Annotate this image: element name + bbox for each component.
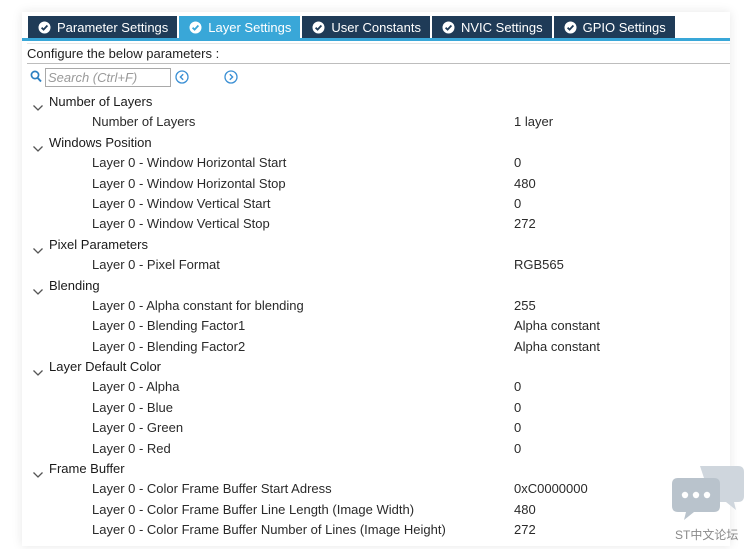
param-value[interactable]: 0 bbox=[514, 418, 521, 438]
tab-label: Parameter Settings bbox=[57, 19, 169, 35]
chevron-down-icon[interactable] bbox=[32, 465, 44, 478]
param-label: Layer 0 - Red bbox=[92, 440, 171, 456]
group-title: Layer Default Color bbox=[49, 359, 161, 375]
param-value[interactable]: 480 bbox=[514, 500, 536, 520]
group-frame-buffer[interactable]: Frame Buffer bbox=[22, 459, 730, 479]
tab-bar: Parameter Settings Layer Settings User C… bbox=[28, 16, 675, 38]
param-value[interactable]: 0 bbox=[514, 398, 521, 418]
tab-gpio-settings[interactable]: GPIO Settings bbox=[553, 16, 675, 38]
group-title: Number of Layers bbox=[49, 94, 153, 109]
chevron-down-icon[interactable] bbox=[32, 241, 44, 254]
param-value[interactable]: 0 bbox=[514, 377, 521, 397]
param-label: Number of Layers bbox=[92, 114, 196, 130]
param-value[interactable]: 1 layer bbox=[514, 112, 553, 132]
param-label: Layer 0 - Window Vertical Start bbox=[92, 195, 271, 211]
param-value[interactable]: 272 bbox=[514, 520, 536, 540]
search-placeholder: Search (Ctrl+F) bbox=[48, 70, 138, 85]
param-row[interactable]: Layer 0 - Alpha constant for blending 25… bbox=[22, 296, 730, 316]
param-row[interactable]: Layer 0 - Window Vertical Start 0 bbox=[22, 194, 730, 214]
group-title: Blending bbox=[49, 277, 100, 293]
param-value[interactable]: Alpha constant bbox=[514, 337, 600, 357]
watermark-text: ST中文论坛 bbox=[675, 528, 739, 542]
param-row[interactable]: Layer 0 - Window Vertical Stop 272 bbox=[22, 214, 730, 234]
param-row[interactable]: Layer 0 - Red 0 bbox=[22, 439, 730, 459]
param-label: Layer 0 - Alpha bbox=[92, 379, 180, 395]
configuration-panel: Parameter Settings Layer Settings User C… bbox=[22, 12, 730, 546]
tab-label: NVIC Settings bbox=[460, 19, 543, 35]
param-value[interactable]: 480 bbox=[514, 174, 536, 194]
param-row[interactable]: Layer 0 - Window Horizontal Stop 480 bbox=[22, 174, 730, 194]
search-input[interactable]: Search (Ctrl+F) bbox=[45, 68, 171, 87]
group-number-of-layers[interactable]: Number of Layers bbox=[22, 92, 730, 112]
tab-user-constants[interactable]: User Constants bbox=[302, 16, 430, 38]
search-icon[interactable] bbox=[30, 70, 42, 86]
check-circle-icon bbox=[564, 21, 577, 34]
tab-nvic-settings[interactable]: NVIC Settings bbox=[431, 16, 552, 38]
group-pixel-parameters[interactable]: Pixel Parameters bbox=[22, 235, 730, 255]
param-label: Layer 0 - Window Vertical Stop bbox=[92, 216, 270, 232]
param-row[interactable]: Layer 0 - Color Frame Buffer Line Length… bbox=[22, 500, 730, 520]
param-row[interactable]: Layer 0 - Blending Factor1 Alpha constan… bbox=[22, 316, 730, 336]
param-value[interactable]: 0xC0000000 bbox=[514, 479, 588, 499]
search-bar: Search (Ctrl+F) bbox=[30, 67, 171, 88]
tab-underline bbox=[22, 38, 730, 41]
chevron-down-icon[interactable] bbox=[32, 139, 44, 152]
tab-parameter-settings[interactable]: Parameter Settings bbox=[28, 16, 178, 38]
param-row[interactable]: Number of Layers 1 layer bbox=[22, 112, 730, 132]
param-value[interactable]: Alpha constant bbox=[514, 316, 600, 336]
group-windows-position[interactable]: Windows Position bbox=[22, 133, 730, 153]
param-label: Layer 0 - Blue bbox=[92, 399, 173, 415]
previous-arrow-icon[interactable] bbox=[174, 69, 190, 85]
param-row[interactable]: Layer 0 - Color Frame Buffer Number of L… bbox=[22, 520, 730, 540]
parameter-tree: Number of Layers Number of Layers 1 laye… bbox=[22, 92, 730, 541]
param-value[interactable]: 272 bbox=[514, 214, 536, 234]
tab-label: GPIO Settings bbox=[582, 19, 666, 35]
group-title: Windows Position bbox=[49, 134, 152, 150]
param-label: Layer 0 - Blending Factor1 bbox=[92, 318, 246, 334]
param-row[interactable]: Layer 0 - Color Frame Buffer Start Adres… bbox=[22, 479, 730, 499]
param-label: Layer 0 - Color Frame Buffer Start Adres… bbox=[92, 481, 332, 497]
next-arrow-icon[interactable] bbox=[223, 69, 239, 85]
param-row[interactable]: Layer 0 - Pixel Format RGB565 bbox=[22, 255, 730, 275]
param-label: Layer 0 - Color Frame Buffer Number of L… bbox=[92, 522, 446, 538]
group-layer-default-color[interactable]: Layer Default Color bbox=[22, 357, 730, 377]
param-row[interactable]: Layer 0 - Blending Factor2 Alpha constan… bbox=[22, 337, 730, 357]
check-circle-icon bbox=[189, 21, 202, 34]
group-title: Pixel Parameters bbox=[49, 236, 148, 252]
tab-layer-settings[interactable]: Layer Settings bbox=[179, 16, 301, 38]
check-circle-icon bbox=[312, 21, 325, 34]
param-value[interactable]: 0 bbox=[514, 153, 521, 173]
param-row[interactable]: Layer 0 - Green 0 bbox=[22, 418, 730, 438]
param-value[interactable]: 255 bbox=[514, 296, 536, 316]
chevron-down-icon[interactable] bbox=[32, 363, 44, 376]
group-blending[interactable]: Blending bbox=[22, 276, 730, 296]
tab-label: Layer Settings bbox=[208, 19, 292, 35]
param-row[interactable]: Layer 0 - Alpha 0 bbox=[22, 377, 730, 397]
check-circle-icon bbox=[38, 21, 51, 34]
param-label: Layer 0 - Window Horizontal Start bbox=[92, 155, 287, 171]
chevron-down-icon[interactable] bbox=[32, 282, 44, 295]
param-label: Layer 0 - Alpha constant for blending bbox=[92, 297, 304, 313]
param-value[interactable]: 0 bbox=[514, 194, 521, 214]
param-label: Layer 0 - Color Frame Buffer Line Length… bbox=[92, 501, 415, 517]
param-label: Layer 0 - Pixel Format bbox=[92, 257, 220, 273]
tab-label: User Constants bbox=[331, 19, 421, 35]
configure-header: Configure the below parameters : bbox=[27, 43, 730, 64]
check-circle-icon bbox=[442, 21, 455, 34]
param-label: Layer 0 - Green bbox=[92, 420, 184, 436]
param-row[interactable]: Layer 0 - Window Horizontal Start 0 bbox=[22, 153, 730, 173]
param-label: Layer 0 - Blending Factor2 bbox=[92, 338, 246, 354]
group-title: Frame Buffer bbox=[49, 461, 125, 477]
param-label: Layer 0 - Window Horizontal Stop bbox=[92, 175, 286, 191]
param-value[interactable]: RGB565 bbox=[514, 255, 564, 275]
param-row[interactable]: Layer 0 - Blue 0 bbox=[22, 398, 730, 418]
chevron-down-icon[interactable] bbox=[32, 98, 44, 111]
param-value[interactable]: 0 bbox=[514, 439, 521, 459]
